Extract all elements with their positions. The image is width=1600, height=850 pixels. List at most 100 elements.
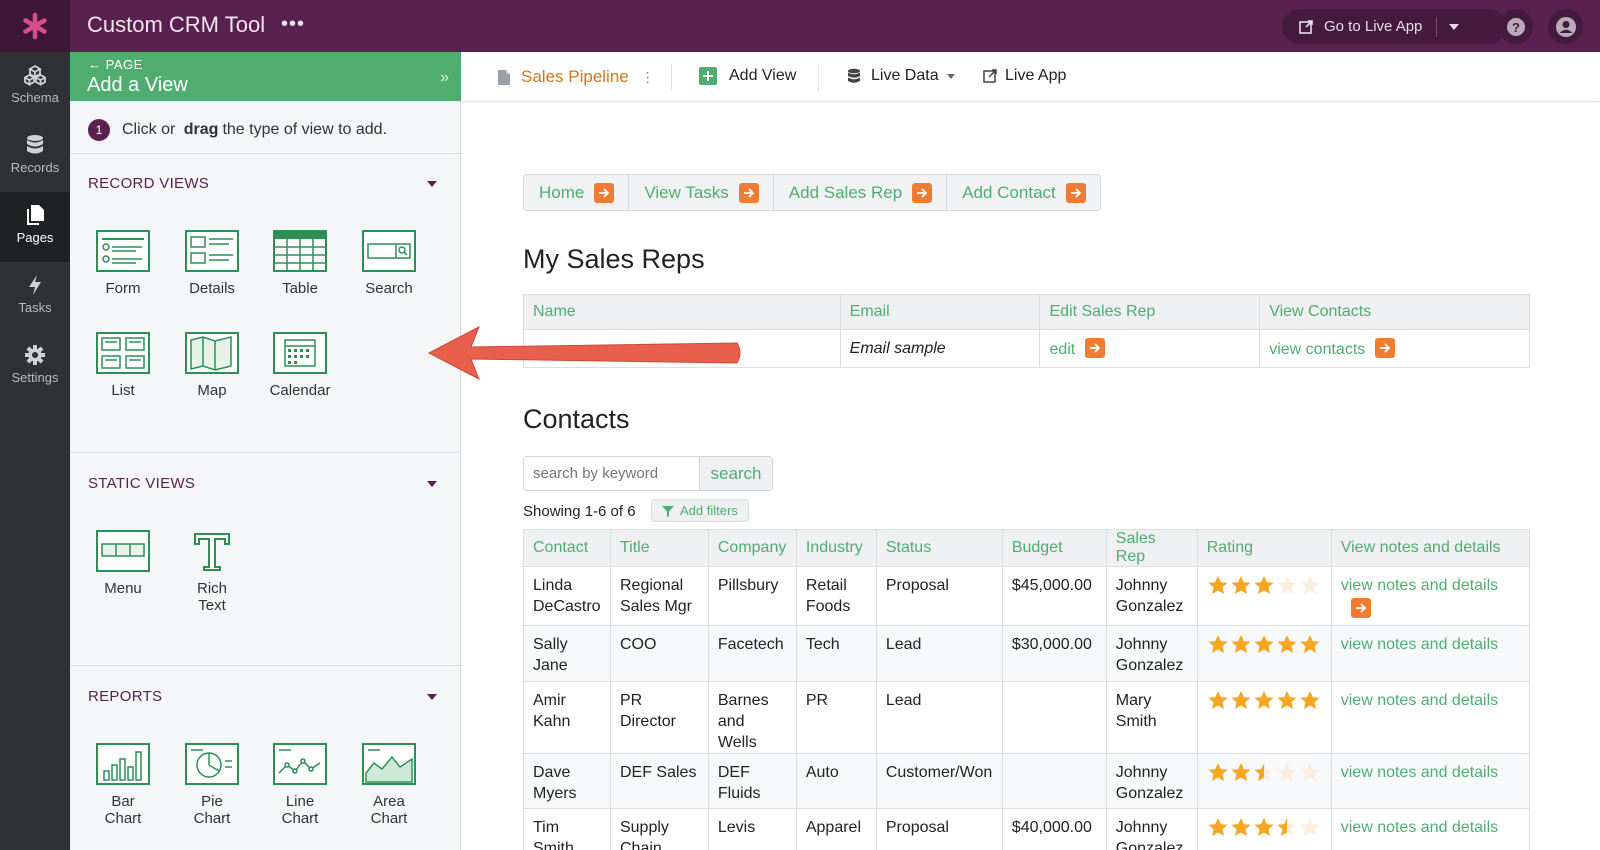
star-icon bbox=[1208, 635, 1228, 653]
live-app-link[interactable]: Live App bbox=[983, 67, 1066, 85]
view-notes-link[interactable]: view notes and details bbox=[1341, 577, 1498, 594]
collapse-panel-icon[interactable]: » bbox=[440, 69, 449, 87]
search-input[interactable] bbox=[524, 457, 699, 490]
chevron-down-icon[interactable] bbox=[1449, 23, 1460, 30]
notes-link-cell: view notes and details bbox=[1330, 753, 1531, 809]
view-notes-link[interactable]: view notes and details bbox=[1341, 636, 1498, 653]
search-button[interactable]: search bbox=[699, 457, 772, 490]
rail-label: Records bbox=[10, 160, 60, 175]
view-type-form[interactable]: Form bbox=[83, 230, 163, 297]
column-header[interactable]: Company bbox=[707, 529, 797, 567]
left-nav-rail: Schema Records Pages Tasks Settings bbox=[0, 52, 70, 850]
chevron-down-icon bbox=[946, 73, 955, 79]
rating-cell bbox=[1196, 625, 1332, 682]
view-notes-link[interactable]: view notes and details bbox=[1341, 819, 1498, 836]
view-type-label: Area Chart bbox=[370, 793, 408, 827]
view-type-calendar[interactable]: Calendar bbox=[260, 332, 340, 399]
account-button[interactable] bbox=[1548, 9, 1583, 44]
go-to-live-app-button[interactable]: Go to Live App bbox=[1282, 9, 1506, 44]
column-header[interactable]: Sales Rep bbox=[1105, 529, 1198, 567]
rep-edit-cell: edit bbox=[1039, 329, 1261, 368]
column-header[interactable]: Edit Sales Rep bbox=[1039, 294, 1261, 330]
page-menu: Home View Tasks Add Sales Rep Add Contac… bbox=[523, 174, 1101, 211]
view-type-line-chart[interactable]: Line Chart bbox=[260, 743, 340, 827]
view-contacts-link[interactable]: view contacts bbox=[1269, 341, 1365, 358]
view-type-label: Rich Text bbox=[196, 580, 227, 614]
arrow-right-icon[interactable] bbox=[1375, 338, 1396, 358]
view-notes-link[interactable]: view notes and details bbox=[1341, 764, 1498, 781]
contacts-table: Contact Title Company Industry Status Bu… bbox=[523, 529, 1531, 850]
edit-link[interactable]: edit bbox=[1049, 341, 1075, 358]
more-options-icon[interactable]: ••• bbox=[281, 13, 305, 36]
column-header[interactable]: Budget bbox=[1001, 529, 1107, 567]
column-header[interactable]: View Contacts bbox=[1259, 294, 1530, 330]
search-view-icon bbox=[362, 230, 416, 272]
help-icon: ? bbox=[1506, 17, 1525, 36]
add-view-panel: ← PAGE Add a View » 1 Click or drag the … bbox=[70, 52, 461, 850]
status-cell: Lead bbox=[875, 681, 1003, 754]
menu-item-add-sales-rep[interactable]: Add Sales Rep bbox=[774, 175, 948, 210]
title-cell: PR Director bbox=[609, 681, 709, 754]
column-header[interactable]: View notes and details bbox=[1330, 529, 1531, 567]
rep-cell: Johnny Gonzalez bbox=[1105, 808, 1198, 850]
view-type-details[interactable]: Details bbox=[172, 230, 252, 297]
star-icon bbox=[1254, 635, 1274, 653]
view-type-rich-text[interactable]: Rich Text bbox=[172, 530, 252, 614]
add-filters-button[interactable]: Add filters bbox=[651, 499, 749, 522]
rail-item-settings[interactable]: Settings bbox=[0, 332, 70, 402]
view-type-label: Menu bbox=[104, 580, 142, 597]
star-icon bbox=[1231, 576, 1251, 594]
menu-item-label: Add Contact bbox=[962, 182, 1056, 202]
view-type-pie-chart[interactable]: Pie Chart bbox=[172, 743, 252, 827]
logo[interactable] bbox=[0, 0, 70, 52]
column-header[interactable]: Rating bbox=[1196, 529, 1332, 567]
form-view-icon bbox=[96, 230, 150, 272]
menu-item-view-tasks[interactable]: View Tasks bbox=[629, 175, 774, 210]
view-type-area-chart[interactable]: Area Chart bbox=[349, 743, 429, 827]
help-button[interactable]: ? bbox=[1498, 9, 1533, 44]
view-type-list[interactable]: List bbox=[83, 332, 163, 399]
menu-item-add-contact[interactable]: Add Contact bbox=[947, 175, 1100, 210]
app-title[interactable]: Custom CRM Tool bbox=[87, 12, 265, 38]
menu-item-home[interactable]: Home bbox=[524, 175, 630, 210]
svg-text:?: ? bbox=[1512, 20, 1520, 35]
view-notes-link[interactable]: view notes and details bbox=[1341, 692, 1498, 709]
star-icon bbox=[1300, 763, 1320, 781]
static-views-toggle-icon[interactable] bbox=[427, 481, 437, 487]
column-header[interactable]: Contact bbox=[523, 529, 611, 567]
rail-item-pages[interactable]: Pages bbox=[0, 192, 70, 262]
view-type-map[interactable]: Map bbox=[172, 332, 252, 399]
budget-cell: $40,000.00 bbox=[1001, 808, 1107, 850]
notes-link-cell: view notes and details bbox=[1330, 625, 1531, 682]
rail-item-tasks[interactable]: Tasks bbox=[0, 262, 70, 332]
database-icon bbox=[848, 68, 860, 83]
back-to-page-link[interactable]: ← PAGE bbox=[88, 57, 143, 72]
star-icon bbox=[1231, 691, 1251, 709]
column-header[interactable]: Industry bbox=[795, 529, 877, 567]
page-name-dropdown[interactable]: Sales Pipeline ⋮ bbox=[497, 67, 655, 87]
arrow-right-icon[interactable] bbox=[1085, 338, 1106, 358]
rail-item-records[interactable]: Records bbox=[0, 122, 70, 192]
add-view-button[interactable]: Add View bbox=[699, 67, 796, 85]
arrow-right-icon bbox=[594, 182, 615, 203]
calendar-view-icon bbox=[273, 332, 327, 374]
view-type-menu[interactable]: Menu bbox=[83, 530, 163, 597]
live-data-dropdown[interactable]: Live Data bbox=[847, 67, 955, 85]
arrow-right-icon[interactable] bbox=[1350, 598, 1371, 618]
title-cell: DEF Sales bbox=[609, 753, 709, 809]
column-header[interactable]: Status bbox=[875, 529, 1003, 567]
page-options-icon[interactable]: ⋮ bbox=[641, 69, 655, 86]
rail-item-schema[interactable]: Schema bbox=[0, 52, 70, 122]
budget-cell bbox=[1001, 753, 1107, 809]
page-name: Sales Pipeline bbox=[521, 67, 629, 86]
button-divider bbox=[1436, 16, 1438, 37]
view-type-search[interactable]: Search bbox=[349, 230, 429, 297]
column-header[interactable]: Title bbox=[609, 529, 709, 567]
view-type-bar-chart[interactable]: Bar Chart bbox=[83, 743, 163, 827]
column-header[interactable]: Email bbox=[839, 294, 1041, 330]
view-type-table[interactable]: Table bbox=[260, 230, 340, 297]
reports-toggle-icon[interactable] bbox=[427, 694, 437, 700]
pages-icon bbox=[27, 205, 44, 225]
page-canvas: Home View Tasks Add Sales Rep Add Contac… bbox=[427, 103, 1600, 850]
record-views-toggle-icon[interactable] bbox=[427, 181, 437, 187]
